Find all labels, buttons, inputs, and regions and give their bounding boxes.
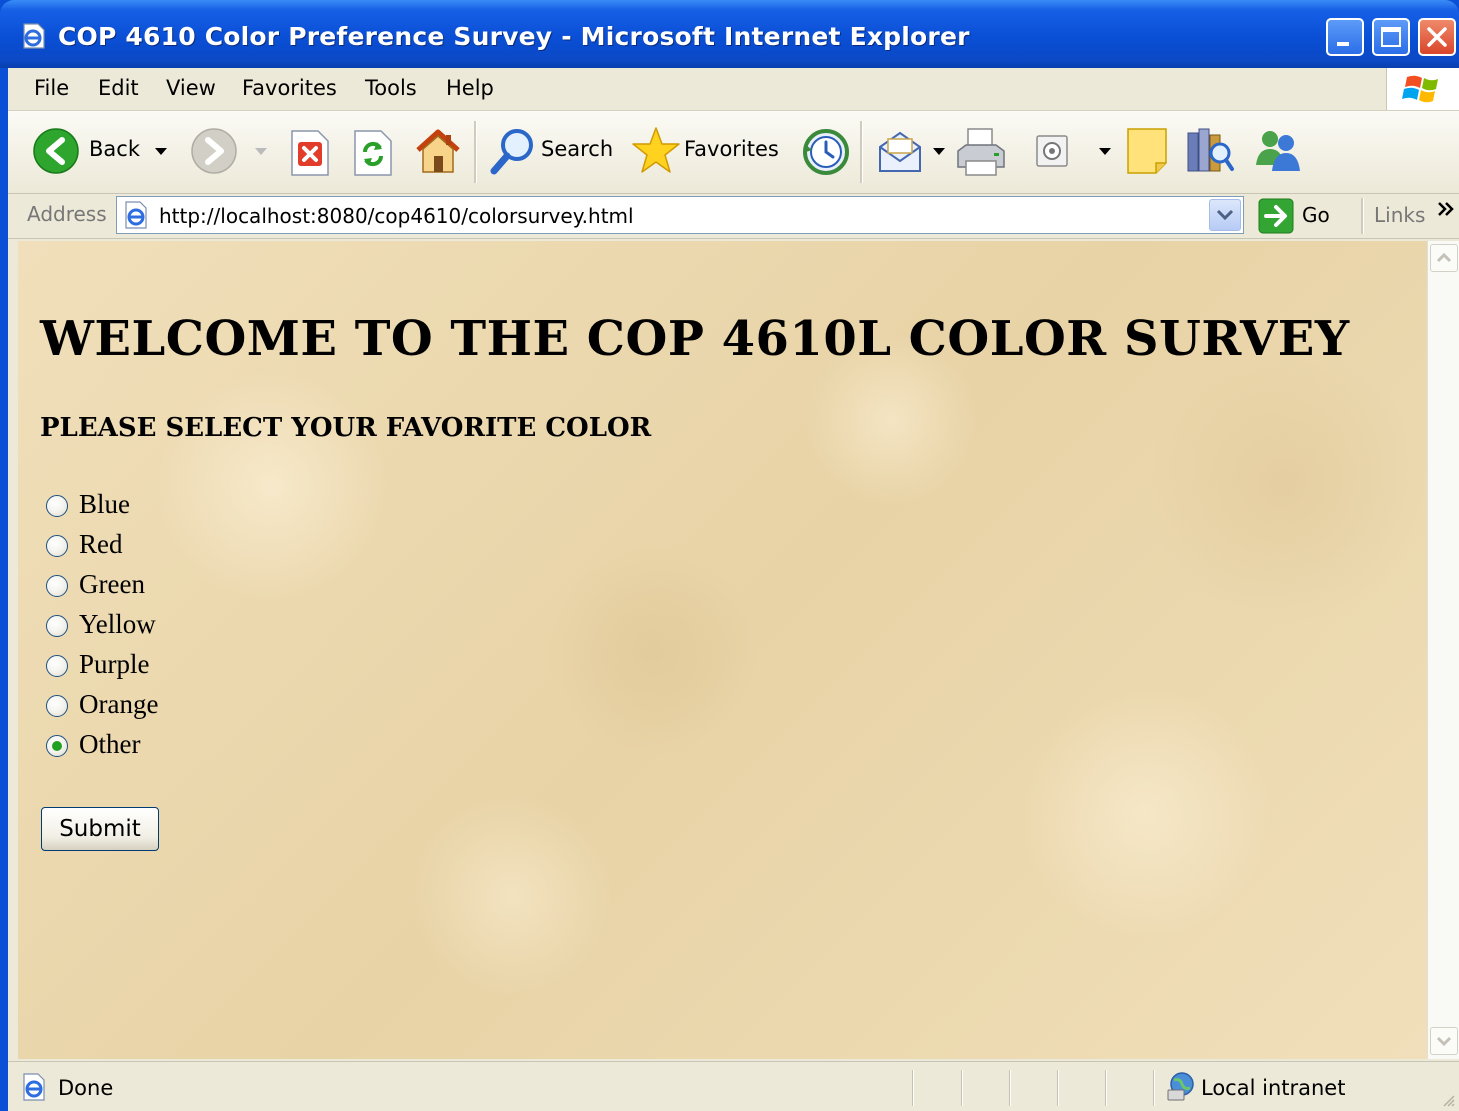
maximize-button[interactable] (1372, 18, 1410, 56)
maximize-icon (1381, 27, 1401, 47)
menu-edit[interactable]: Edit (98, 76, 139, 100)
color-radio[interactable] (46, 655, 68, 677)
status-divider (961, 1070, 963, 1106)
color-radio[interactable] (46, 575, 68, 597)
address-separator (1361, 198, 1364, 234)
toolbar-separator (474, 121, 477, 183)
mail-icon (879, 131, 921, 172)
color-option-label: Other (79, 729, 141, 759)
forward-dropdown-icon (255, 148, 267, 155)
mail-dropdown-icon (933, 148, 945, 155)
back-label: Back (89, 137, 140, 161)
menu-help[interactable]: Help (446, 76, 494, 100)
page-favicon-icon (125, 201, 147, 229)
color-option-label: Green (79, 569, 145, 599)
window-title: COP 4610 Color Preference Survey - Micro… (58, 22, 970, 51)
windows-flag-icon (1402, 75, 1438, 103)
mail-button[interactable] (876, 125, 946, 179)
scroll-up-button[interactable] (1430, 244, 1458, 272)
title-bar[interactable]: COP 4610 Color Preference Survey - Micro… (0, 0, 1459, 68)
search-label: Search (541, 137, 614, 161)
vertical-scrollbar[interactable] (1427, 241, 1459, 1059)
address-bar: Address http://localhost:8080/cop4610/co… (8, 194, 1459, 239)
resize-grip-icon[interactable] (1442, 1094, 1456, 1108)
forward-button[interactable] (190, 125, 270, 179)
address-label: Address (27, 202, 107, 226)
chevron-up-icon (1436, 252, 1452, 263)
back-button[interactable]: Back (32, 125, 178, 179)
menu-favorites[interactable]: Favorites (242, 76, 337, 100)
ie-page-icon (23, 1073, 45, 1101)
status-bar: Done Local intranet (8, 1061, 1459, 1111)
forward-arrow-icon (191, 128, 237, 174)
close-button[interactable] (1418, 18, 1456, 56)
links-label[interactable]: Links (1374, 203, 1425, 227)
history-icon[interactable] (800, 126, 852, 178)
address-dropdown-button[interactable] (1209, 199, 1241, 231)
submit-button[interactable]: Submit (41, 807, 159, 851)
color-radio[interactable] (46, 735, 68, 757)
back-arrow-icon (33, 128, 79, 174)
close-icon (1427, 27, 1447, 47)
menu-bar: File Edit View Favorites Tools Help (8, 68, 1459, 111)
chevron-more-icon[interactable] (1436, 200, 1456, 220)
favorites-label: Favorites (684, 137, 779, 161)
intranet-globe-icon (1167, 1072, 1194, 1101)
address-input[interactable]: http://localhost:8080/cop4610/colorsurve… (116, 196, 1244, 234)
color-radio[interactable] (46, 535, 68, 557)
favorites-star-icon (632, 127, 680, 173)
status-divider (1009, 1070, 1011, 1106)
status-text: Done (58, 1076, 114, 1100)
status-divider (1105, 1070, 1107, 1106)
menu-file[interactable]: File (34, 76, 69, 100)
browser-chrome: File Edit View Favorites Tools Help Back… (8, 68, 1459, 1111)
status-divider (912, 1070, 914, 1106)
page-content: WELCOME TO THE COP 4610L COLOR SURVEY PL… (18, 241, 1427, 1059)
toolbar-separator (860, 121, 863, 183)
minimize-button[interactable] (1326, 18, 1364, 56)
color-option-label: Yellow (79, 609, 156, 639)
menu-view[interactable]: View (166, 76, 216, 100)
back-dropdown-icon[interactable] (154, 147, 168, 157)
edit-dropdown-icon (1099, 148, 1111, 155)
color-option-label: Purple (79, 649, 150, 679)
scroll-down-button[interactable] (1430, 1027, 1458, 1055)
discuss-icon[interactable] (1124, 127, 1174, 179)
go-label: Go (1302, 203, 1330, 227)
search-icon (490, 129, 533, 175)
chevron-down-icon (1216, 209, 1234, 221)
color-radio[interactable] (46, 615, 68, 637)
search-button[interactable]: Search (488, 125, 620, 179)
messenger-icon[interactable] (1250, 125, 1304, 177)
print-icon[interactable] (954, 127, 1008, 179)
refresh-icon[interactable] (351, 128, 395, 178)
minimize-icon (1337, 42, 1349, 46)
ie-page-icon (23, 23, 45, 49)
windows-logo (1386, 68, 1459, 110)
color-option-label: Red (79, 529, 123, 559)
edit-button[interactable] (1034, 125, 1116, 179)
chevron-down-icon (1436, 1036, 1452, 1047)
page-heading: WELCOME TO THE COP 4610L COLOR SURVEY (40, 311, 1350, 367)
color-radio[interactable] (46, 695, 68, 717)
edit-icon (1036, 135, 1068, 167)
color-option-label: Orange (79, 689, 159, 719)
status-divider (1153, 1070, 1155, 1106)
address-url: http://localhost:8080/cop4610/colorsurve… (159, 204, 634, 228)
security-zone: Local intranet (1201, 1076, 1346, 1100)
color-radio[interactable] (46, 495, 68, 517)
browser-window: COP 4610 Color Preference Survey - Micro… (0, 0, 1459, 1111)
color-option-label: Blue (79, 489, 130, 519)
status-divider (1057, 1070, 1059, 1106)
stop-icon[interactable] (288, 128, 332, 178)
go-button[interactable] (1254, 196, 1344, 234)
home-icon[interactable] (412, 126, 464, 176)
menu-tools[interactable]: Tools (365, 76, 417, 100)
standard-toolbar: Back Search Favorites (8, 111, 1459, 194)
research-icon[interactable] (1184, 125, 1236, 177)
page-subheading: PLEASE SELECT YOUR FAVORITE COLOR (40, 413, 652, 443)
favorites-button[interactable]: Favorites (630, 125, 788, 179)
go-arrow-icon (1258, 198, 1294, 234)
